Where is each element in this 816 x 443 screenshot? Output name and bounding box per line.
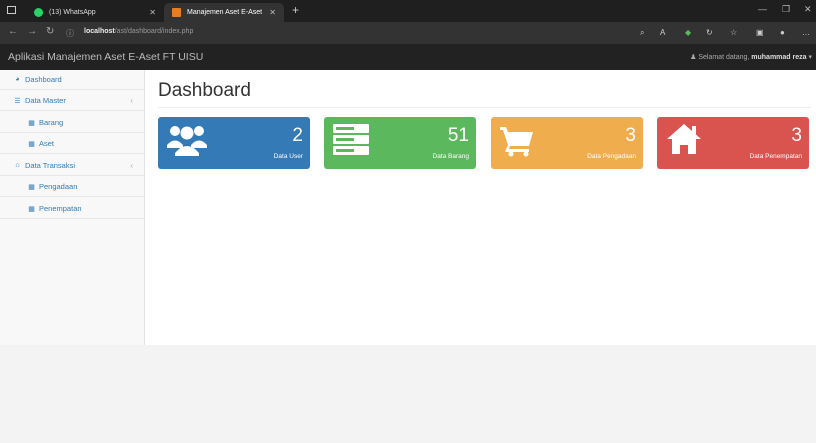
card-label: Data Barang xyxy=(432,153,470,160)
user-menu[interactable]: ♟ Selamat datang, muhammad reza ▾ xyxy=(690,53,812,61)
server-icon xyxy=(333,124,369,155)
browser-tab-bar: (13) WhatsApp ✕ Manajemen Aset E-Aset ✕ … xyxy=(0,0,816,22)
sidebar-item-data-master[interactable]: ☰ Data Master ‹ xyxy=(0,91,144,111)
card-data-pengadaan[interactable]: 3 Data Pengadaan xyxy=(491,117,643,169)
sidebar-item-label: Data Master xyxy=(25,96,66,105)
sidebar-item-label: Aset xyxy=(39,139,55,148)
card-data-user[interactable]: 2 Data User xyxy=(158,117,310,169)
cart-icon xyxy=(500,127,533,157)
back-icon[interactable]: ← xyxy=(8,26,18,37)
favorites-icon[interactable]: ☆ xyxy=(730,28,737,37)
list-icon: ☰ xyxy=(14,97,21,105)
card-label: Data Penempatan xyxy=(749,153,802,160)
sidebar-item-barang[interactable]: ▦ Barang xyxy=(0,113,144,133)
dashboard-icon: ◕ xyxy=(15,76,20,83)
extension-icon[interactable]: ◆ xyxy=(685,28,691,37)
chevron-left-icon: ‹ xyxy=(130,161,133,170)
username: muhammad reza xyxy=(751,54,807,61)
greeting-text: Selamat datang, xyxy=(698,54,750,61)
home-icon xyxy=(667,124,701,154)
minimize-icon[interactable]: — xyxy=(758,4,767,14)
browser-tab-whatsapp[interactable]: (13) WhatsApp ✕ xyxy=(26,3,164,22)
table-icon: ▦ xyxy=(28,140,35,148)
sidebar-item-label: Dashboard xyxy=(25,75,62,84)
site-favicon-icon xyxy=(172,8,181,17)
table-icon: ▦ xyxy=(28,183,35,191)
card-value: 2 xyxy=(292,125,303,146)
maximize-icon[interactable]: ❐ xyxy=(782,4,790,15)
search-icon[interactable]: ⌕ xyxy=(640,28,644,38)
close-tab-icon[interactable]: ✕ xyxy=(149,8,156,17)
tab-label: Manajemen Aset E-Aset xyxy=(187,9,263,16)
refresh-extension-icon[interactable]: ↻ xyxy=(706,28,713,37)
title-divider xyxy=(158,107,811,108)
page-title: Dashboard xyxy=(158,80,251,101)
main-content: Dashboard 2 Data User 51 Data Barang 3 D… xyxy=(145,70,816,345)
new-tab-icon[interactable]: + xyxy=(292,3,299,17)
forward-icon[interactable]: → xyxy=(27,26,37,37)
sidebar-item-label: Penempatan xyxy=(39,204,82,213)
card-value: 51 xyxy=(447,125,469,146)
sidebar-item-label: Barang xyxy=(39,118,64,127)
app-navbar: Aplikasi Manajemen Aset E-Aset FT UISU ♟… xyxy=(0,44,816,71)
browser-address-bar: ← → ↻ ⓘ localhost/ast/dashboard/index.ph… xyxy=(0,22,816,44)
sidebar-item-pengadaan[interactable]: ▦ Pengadaan xyxy=(0,177,144,197)
card-label: Data User xyxy=(273,153,303,160)
tab-actions-icon[interactable] xyxy=(7,6,16,14)
card-label: Data Pengadaan xyxy=(587,153,636,160)
sidebar-item-label: Pengadaan xyxy=(39,182,78,191)
card-data-penempatan[interactable]: 3 Data Penempatan xyxy=(657,117,809,169)
table-icon: ▦ xyxy=(28,119,35,127)
page-background xyxy=(0,345,816,443)
sidebar-item-aset[interactable]: ▦ Aset xyxy=(0,134,144,154)
more-icon[interactable]: … xyxy=(802,28,810,37)
browser-tab-aset[interactable]: Manajemen Aset E-Aset ✕ xyxy=(164,3,284,22)
sidebar: ◕ Dashboard ☰ Data Master ‹ ▦ Barang ▦ A… xyxy=(0,70,145,345)
whatsapp-icon xyxy=(34,8,43,17)
url-path: /ast/dashboard/index.php xyxy=(114,28,194,35)
close-window-icon[interactable]: ✕ xyxy=(804,4,812,15)
users-icon xyxy=(167,126,207,156)
url-host: localhost xyxy=(84,28,115,35)
sidebar-item-label: Data Transaksi xyxy=(25,161,76,170)
sidebar-item-data-transaksi[interactable]: ⌂ Data Transaksi ‹ xyxy=(0,156,144,176)
user-icon: ♟ xyxy=(690,54,697,61)
reload-icon[interactable]: ↻ xyxy=(46,26,54,37)
collections-icon[interactable]: ▣ xyxy=(756,28,764,37)
card-value: 3 xyxy=(791,125,802,146)
caret-down-icon: ▾ xyxy=(808,54,812,61)
chevron-left-icon: ‹ xyxy=(130,96,133,105)
card-value: 3 xyxy=(625,125,636,146)
read-aloud-icon[interactable]: A xyxy=(660,28,665,37)
card-data-barang[interactable]: 51 Data Barang xyxy=(324,117,476,169)
bank-icon: ⌂ xyxy=(15,162,20,169)
sidebar-item-penempatan[interactable]: ▦ Penempatan xyxy=(0,199,144,219)
close-tab-icon[interactable]: ✕ xyxy=(269,8,276,17)
tab-label: (13) WhatsApp xyxy=(49,9,96,16)
app-brand[interactable]: Aplikasi Manajemen Aset E-Aset FT UISU xyxy=(8,51,203,63)
table-icon: ▦ xyxy=(28,205,35,213)
url-field[interactable]: localhost/ast/dashboard/index.php xyxy=(84,28,193,35)
info-icon: ⓘ xyxy=(66,29,74,38)
sidebar-item-dashboard[interactable]: ◕ Dashboard xyxy=(0,70,144,90)
profile-avatar-icon[interactable]: ● xyxy=(780,28,785,37)
